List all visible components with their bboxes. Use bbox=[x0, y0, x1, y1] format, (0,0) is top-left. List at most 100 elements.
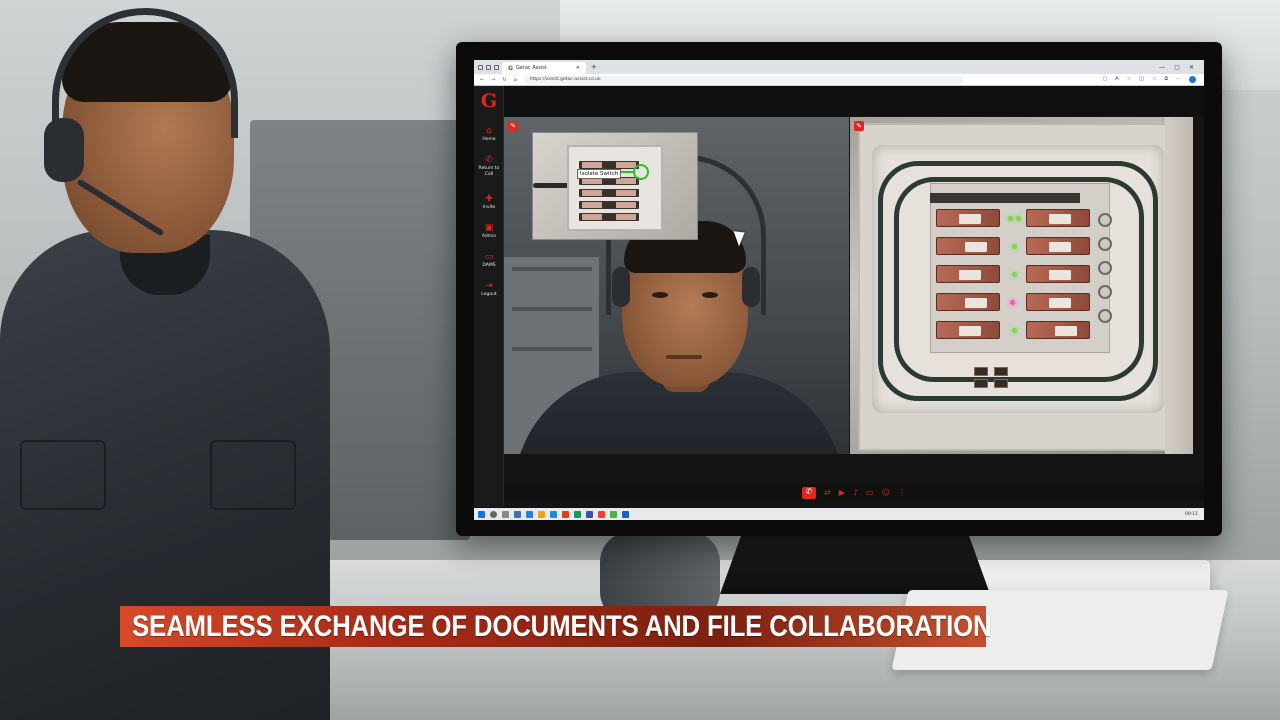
tab-favicon-icon: G bbox=[508, 64, 513, 72]
edge-taskbar-icon[interactable] bbox=[574, 510, 581, 518]
panel-door bbox=[1165, 117, 1193, 454]
maximize-button[interactable]: ▢ bbox=[1174, 64, 1180, 71]
terminal-block bbox=[994, 367, 1008, 376]
monitor: G Getac Assist × + — ▢ ✕ ← → ↻ ⌂ https:/… bbox=[456, 42, 1222, 536]
taskbar-app-icon[interactable] bbox=[526, 510, 533, 518]
agent-pocket-left bbox=[20, 440, 106, 510]
sidebar-item-label: Logout bbox=[481, 292, 497, 297]
forward-icon[interactable]: → bbox=[491, 77, 495, 83]
participants-button[interactable]: ☺ bbox=[882, 488, 890, 498]
tab-close-icon[interactable]: × bbox=[576, 65, 580, 71]
knob bbox=[1098, 237, 1112, 251]
folder-taskbar-icon[interactable] bbox=[538, 510, 545, 518]
sidebar-item-home[interactable]: ⌂ Home bbox=[474, 126, 504, 143]
start-icon[interactable] bbox=[478, 510, 485, 518]
copilot-icon[interactable] bbox=[1189, 76, 1196, 83]
sidebar-item-label: Admin bbox=[481, 234, 497, 239]
phone-icon: ✆ bbox=[485, 155, 493, 165]
menu-icon[interactable]: ⋯ bbox=[1176, 76, 1181, 83]
favorite-star-icon[interactable]: ☆ bbox=[1127, 76, 1131, 83]
shared-document-image[interactable]: Isolate Switch bbox=[532, 132, 698, 240]
reload-icon[interactable]: ↻ bbox=[502, 77, 506, 83]
taskbar-app-icon[interactable] bbox=[610, 510, 617, 518]
end-call-button[interactable]: ✆ bbox=[802, 487, 817, 499]
taskbar-app-icon[interactable] bbox=[550, 510, 557, 518]
caller-mouth bbox=[666, 355, 702, 359]
admin-icon: ▣ bbox=[484, 223, 494, 233]
taskbar-app-icon[interactable] bbox=[586, 510, 593, 518]
terminal-block bbox=[994, 379, 1008, 388]
tab-groups-icon[interactable] bbox=[494, 64, 499, 70]
inset-breaker-row bbox=[579, 213, 639, 221]
taskbar-app-icon[interactable] bbox=[598, 510, 605, 518]
new-tab-button[interactable]: + bbox=[591, 63, 597, 71]
browser-tab-bar: G Getac Assist × + — ▢ ✕ bbox=[474, 60, 1204, 74]
switch-camera-button[interactable]: ⇄ bbox=[824, 488, 831, 498]
breaker bbox=[1026, 293, 1090, 311]
annotation-circle-icon bbox=[633, 164, 649, 180]
address-bar: ← → ↻ ⌂ https://assist.getac-assist.co.u… bbox=[474, 74, 1204, 86]
caller-earcup-right bbox=[742, 267, 760, 307]
status-led bbox=[1008, 216, 1013, 221]
minimize-button[interactable]: — bbox=[1159, 64, 1165, 71]
sidebar-item-dams[interactable]: ▭ DAMS bbox=[474, 252, 504, 269]
knob bbox=[1098, 285, 1112, 299]
search-icon[interactable] bbox=[490, 510, 497, 518]
caption-banner: SEAMLESS EXCHANGE OF DOCUMENTS AND FILE … bbox=[120, 606, 992, 647]
breaker bbox=[1026, 265, 1090, 283]
agent-headset-icon bbox=[52, 8, 238, 138]
status-led bbox=[1016, 216, 1021, 221]
call-toolbar: ✆ ⇄ ▶ ♪ ▭ ☺ ⋮ bbox=[504, 484, 1204, 502]
favorites-icon[interactable]: ☆ bbox=[1152, 76, 1156, 83]
tab-actions-icon[interactable] bbox=[486, 64, 491, 70]
more-options-button[interactable]: ⋮ bbox=[898, 488, 906, 498]
taskbar-app-icon[interactable] bbox=[562, 510, 569, 518]
sidebar-item-label: Home bbox=[482, 137, 496, 142]
annotate-icon[interactable]: ✎ bbox=[508, 121, 518, 131]
knob bbox=[1098, 213, 1112, 227]
caption-text: SEAMLESS EXCHANGE OF DOCUMENTS AND FILE … bbox=[132, 609, 992, 643]
sidebar-item-admin[interactable]: ▣ Admin bbox=[474, 223, 504, 240]
caller-earcup-left bbox=[612, 267, 630, 307]
browser-tab[interactable]: G Getac Assist × bbox=[502, 62, 586, 74]
sidebar-item-return-to-call[interactable]: ✆ Return to Call bbox=[474, 155, 504, 177]
task-view-icon[interactable] bbox=[502, 510, 509, 518]
back-icon[interactable]: ← bbox=[480, 77, 484, 83]
url-field[interactable]: https://assist.getac-assist.co.uk bbox=[523, 75, 964, 84]
sidebar-item-invite[interactable]: ✚ Invite bbox=[474, 194, 504, 211]
sidebar-item-logout[interactable]: ⇥ Logout bbox=[474, 281, 504, 298]
caller-eye bbox=[652, 292, 668, 298]
logout-icon: ⇥ bbox=[485, 281, 493, 291]
taskbar-app-icon[interactable] bbox=[514, 510, 521, 518]
zoom-icon[interactable]: A bbox=[1115, 76, 1118, 83]
caller-video-pane[interactable]: ✎ Isolate Switch bbox=[504, 117, 849, 454]
microphone-button[interactable]: ♪ bbox=[853, 488, 858, 498]
status-led bbox=[1012, 272, 1017, 277]
collections-icon[interactable]: ⧉ bbox=[1164, 76, 1168, 83]
window-controls: — ▢ ✕ bbox=[1159, 64, 1204, 71]
close-window-button[interactable]: ✕ bbox=[1189, 64, 1194, 71]
inset-breaker-row bbox=[579, 189, 639, 197]
split-screen-icon[interactable]: ◫ bbox=[1139, 76, 1144, 83]
sidebar-item-label: DAMS bbox=[482, 263, 496, 268]
annotate-icon[interactable]: ✎ bbox=[854, 121, 864, 131]
breaker bbox=[936, 209, 1000, 227]
caller-eye bbox=[702, 292, 718, 298]
app-top-strip bbox=[504, 86, 1204, 116]
inset-breaker-row bbox=[579, 161, 639, 169]
agent-pocket-right bbox=[210, 440, 296, 510]
annotation-arrow bbox=[621, 171, 633, 173]
remote-camera-pane[interactable]: ✎ bbox=[850, 117, 1193, 454]
screen-share-button[interactable]: ▭ bbox=[866, 488, 874, 498]
taskbar-app-icon[interactable] bbox=[622, 510, 629, 518]
sidebar-item-label: Return to Call bbox=[478, 166, 500, 177]
status-led bbox=[1012, 244, 1017, 249]
profile-icon[interactable] bbox=[478, 64, 483, 70]
read-aloud-icon[interactable]: ▢ bbox=[1103, 76, 1108, 83]
inset-breaker-row bbox=[579, 201, 639, 209]
breaker bbox=[1026, 321, 1090, 339]
video-button[interactable]: ▶ bbox=[839, 488, 845, 498]
status-led bbox=[1012, 328, 1017, 333]
home-browser-icon[interactable]: ⌂ bbox=[514, 77, 517, 83]
browser-toolbar-icons: ▢ A ☆ ◫ ☆ ⧉ ⋯ bbox=[1103, 76, 1204, 83]
